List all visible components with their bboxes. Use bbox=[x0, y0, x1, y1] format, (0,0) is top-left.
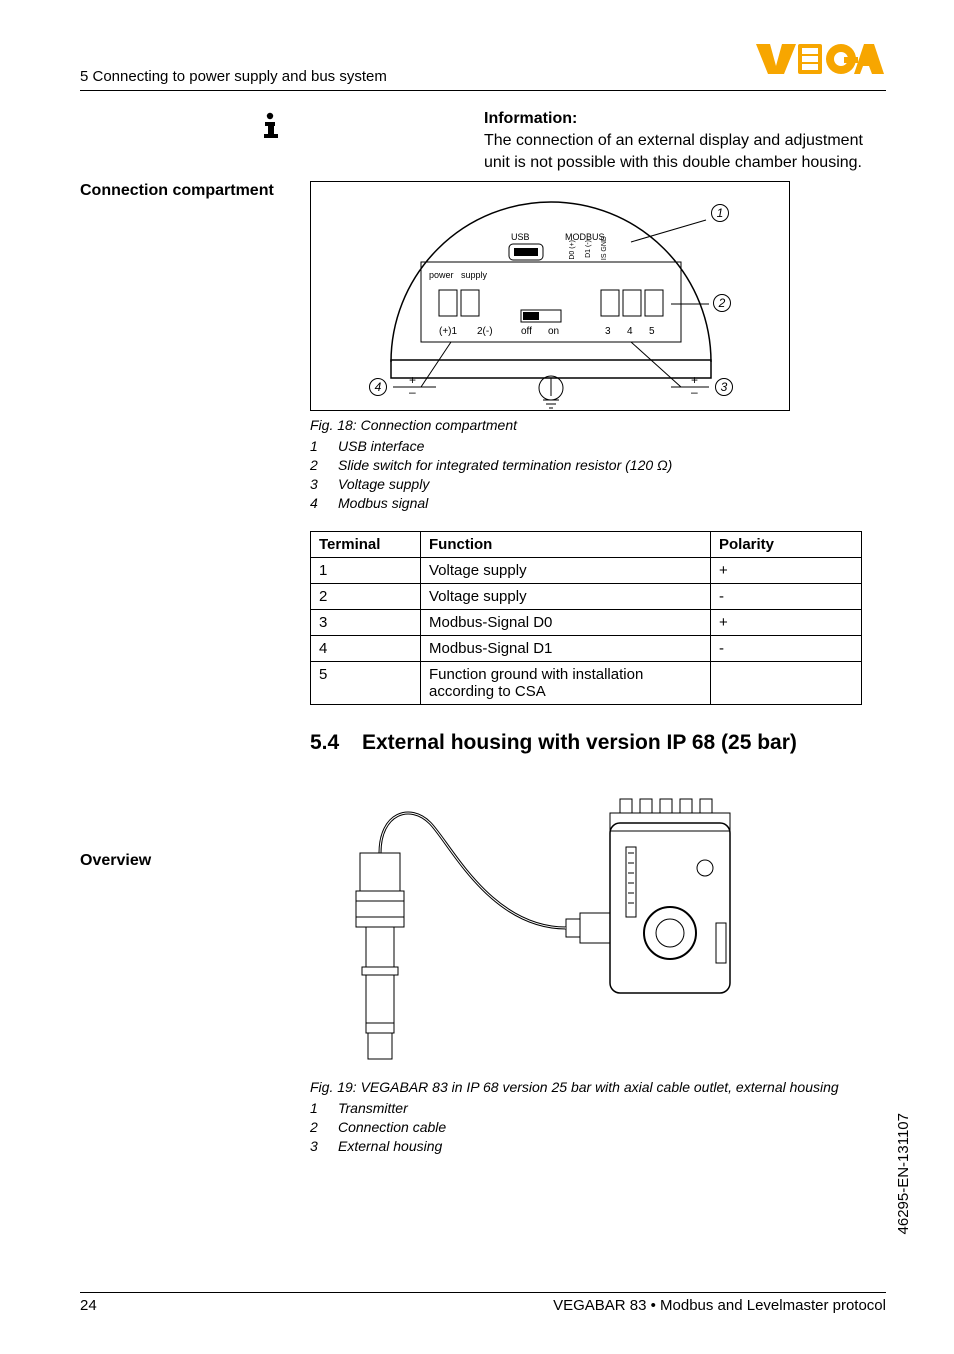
side-label-overview: Overview bbox=[80, 852, 151, 870]
fig19-legend: 1Transmitter 2Connection cable 3External… bbox=[310, 1099, 886, 1156]
footer-product: VEGABAR 83 • Modbus and Levelmaster prot… bbox=[553, 1297, 886, 1314]
fig19-caption: Fig. 19: VEGABAR 83 in IP 68 version 25 … bbox=[310, 1079, 862, 1095]
figure-19 bbox=[310, 763, 790, 1073]
table-row: 3Modbus-Signal D0+ bbox=[311, 609, 862, 635]
fig18-callout-2: 2 bbox=[713, 294, 731, 312]
fig18-callout-3: 3 bbox=[715, 378, 733, 396]
table-head-function: Function bbox=[421, 531, 711, 557]
table-head-polarity: Polarity bbox=[711, 531, 862, 557]
fig18-label-isgnd: IS GND bbox=[601, 236, 608, 260]
fig18-label-off: off bbox=[521, 326, 532, 337]
content-area: Information: The connection of an extern… bbox=[80, 110, 886, 1155]
fig18-caption: Fig. 18: Connection compartment bbox=[310, 417, 886, 433]
info-icon bbox=[80, 110, 270, 173]
fig18-label-2minus: 2(-) bbox=[477, 326, 493, 337]
fig18-label-power-supply: power supply bbox=[429, 270, 487, 280]
side-label-connection-compartment: Connection compartment bbox=[80, 182, 274, 200]
fig18-label-4: 4 bbox=[627, 326, 633, 337]
table-row: 5Function ground with installation accor… bbox=[311, 661, 862, 704]
info-body-text: The connection of an external display an… bbox=[484, 130, 886, 173]
running-header: 5 Connecting to power supply and bus sys… bbox=[80, 68, 387, 85]
document-id: 46295-EN-131107 bbox=[895, 1113, 912, 1234]
information-note: Information: The connection of an extern… bbox=[80, 110, 886, 173]
page-number: 24 bbox=[80, 1297, 97, 1314]
fig18-label-d1: D1 (-) bbox=[585, 240, 592, 258]
table-head-terminal: Terminal bbox=[311, 531, 421, 557]
fig18-label-3: 3 bbox=[605, 326, 611, 337]
terminal-table: Terminal Function Polarity 1Voltage supp… bbox=[310, 531, 862, 705]
page: 5 Connecting to power supply and bus sys… bbox=[0, 0, 954, 1354]
section-5-4-heading: 5.4External housing with version IP 68 (… bbox=[310, 731, 886, 755]
brand-logo bbox=[756, 42, 886, 81]
fig18-label-d0: D0 (+) bbox=[569, 240, 576, 260]
fig18-label-5: 5 bbox=[649, 326, 655, 337]
page-footer: 24 VEGABAR 83 • Modbus and Levelmaster p… bbox=[80, 1292, 886, 1314]
table-row: 1Voltage supply+ bbox=[311, 557, 862, 583]
table-row: 2Voltage supply- bbox=[311, 583, 862, 609]
svg-text:–: – bbox=[691, 385, 698, 399]
figure-18: + – + – USB MODBUS D0 (+) D1 (-) IS GND … bbox=[310, 181, 790, 411]
fig18-label-on: on bbox=[548, 326, 559, 337]
fig18-callout-4: 4 bbox=[369, 378, 387, 396]
header-divider bbox=[80, 90, 886, 91]
fig18-callout-1: 1 bbox=[711, 204, 729, 222]
fig18-legend: 1USB interface 2Slide switch for integra… bbox=[310, 437, 886, 513]
svg-text:–: – bbox=[409, 385, 416, 399]
info-heading: Information: bbox=[484, 110, 886, 128]
table-row: 4Modbus-Signal D1- bbox=[311, 635, 862, 661]
fig18-label-plus1: (+)1 bbox=[439, 326, 457, 337]
fig18-label-usb: USB bbox=[511, 232, 530, 242]
